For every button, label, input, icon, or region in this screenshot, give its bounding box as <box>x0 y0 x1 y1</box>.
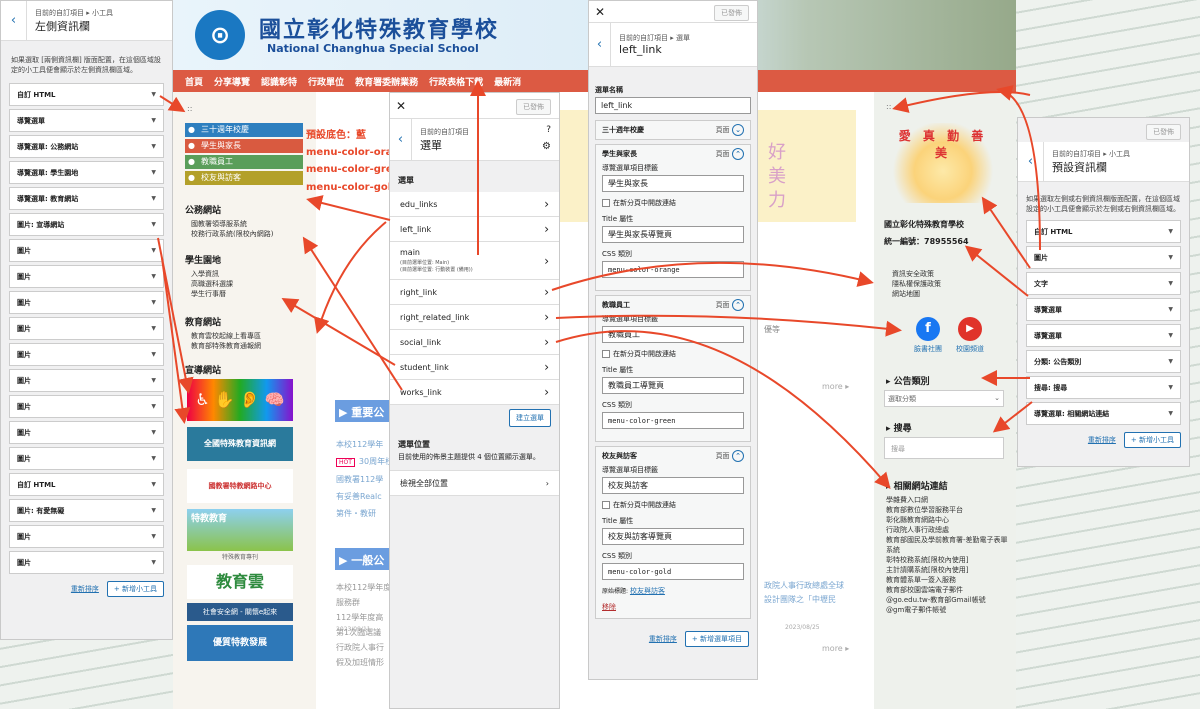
arrow <box>161 257 191 424</box>
arrow <box>306 195 391 221</box>
arrow <box>555 330 891 490</box>
annotation-arrows <box>157 80 1041 490</box>
arrow <box>981 196 1031 269</box>
arrow <box>555 314 902 337</box>
arrow <box>159 95 186 113</box>
arrow <box>302 236 403 391</box>
arrow <box>964 245 1029 297</box>
arrow <box>551 261 874 291</box>
arrow <box>992 401 1033 433</box>
arrow <box>996 85 1041 251</box>
